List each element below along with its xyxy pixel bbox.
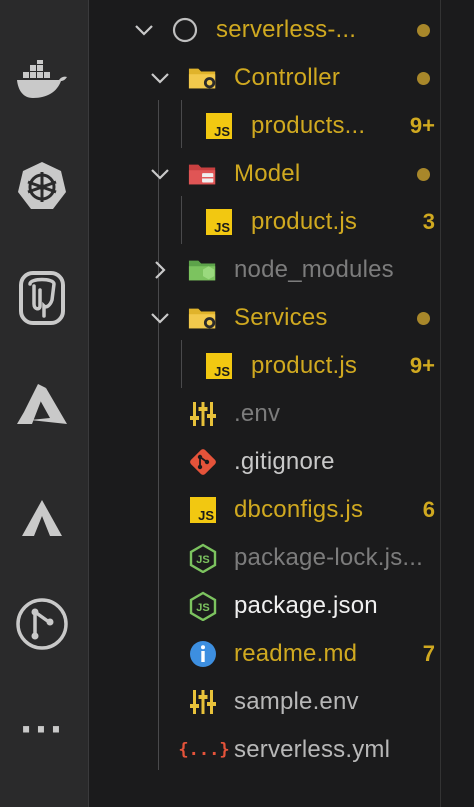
tree-item-label: serverless.yml [234, 736, 391, 763]
folder-gear-icon [188, 303, 218, 333]
svg-text:JS: JS [196, 602, 209, 614]
nodejs-icon: JS [188, 591, 218, 621]
tree-item-label: sample.env [234, 688, 359, 715]
editor-edge [440, 0, 474, 807]
tree-item-label: Model [234, 160, 301, 187]
modified-dot [417, 71, 430, 85]
tree-item-label: .env [234, 400, 281, 427]
yaml-icon: {...} [178, 740, 230, 760]
kubernetes-icon[interactable] [14, 158, 70, 214]
tree-item-label: readme.md [234, 640, 358, 667]
tree-item-controller[interactable]: Controller [89, 54, 440, 102]
settings-sliders-icon [188, 399, 218, 429]
chevron-right-icon[interactable] [149, 259, 171, 281]
tree-item-model[interactable]: Model [89, 150, 440, 198]
tree-item-label: Services [234, 304, 328, 331]
tree-item-readme-md[interactable]: readme.md 7 [89, 630, 440, 678]
tree-item-services[interactable]: Services [89, 294, 440, 342]
problem-count-badge: 6 [422, 497, 435, 522]
problem-count-badge: 3 [422, 209, 435, 234]
js-file-icon: JS [188, 495, 218, 525]
tree-item-label: dbconfigs.js [234, 496, 364, 523]
tree-item-services-product-js[interactable]: JS product.js 9+ [89, 342, 440, 390]
tree-item-label: product.js [251, 352, 358, 379]
postgresql-icon[interactable] [14, 270, 70, 326]
problem-count-badge: 9+ [409, 113, 435, 138]
azure-devops-icon[interactable] [14, 490, 70, 546]
azure-icon[interactable] [14, 376, 70, 432]
problem-count-badge: 9+ [409, 353, 435, 378]
folder-gear-icon [188, 63, 218, 93]
git-icon [188, 447, 218, 477]
js-file-icon: JS [204, 351, 234, 381]
settings-sliders-icon [188, 687, 218, 717]
tree-root-row[interactable]: serverless-... [89, 6, 440, 54]
activity-bar: ··· [0, 0, 88, 807]
tree-item-label: product.js [251, 208, 358, 235]
folder-database-icon [188, 159, 218, 189]
tree-item-node-modules[interactable]: node_modules [89, 246, 440, 294]
tree-item-label: package.json [234, 592, 378, 619]
tree-item-dbconfigs-js[interactable]: JS dbconfigs.js 6 [89, 486, 440, 534]
folder-node-icon [188, 255, 218, 285]
svg-text:JS: JS [196, 554, 209, 566]
tree-item-model-product-js[interactable]: JS product.js 3 [89, 198, 440, 246]
tree-item-package-json[interactable]: JS package.json [89, 582, 440, 630]
chevron-down-icon[interactable] [149, 67, 171, 89]
js-file-icon: JS [204, 111, 234, 141]
chevron-down-icon[interactable] [149, 307, 171, 329]
tree-item-sample-env[interactable]: sample.env [89, 678, 440, 726]
tree-item-gitignore[interactable]: .gitignore [89, 438, 440, 486]
git-graph-icon[interactable] [14, 596, 70, 652]
tree-item-env[interactable]: .env [89, 390, 440, 438]
circle-icon [170, 15, 200, 45]
tree-item-label: Controller [234, 64, 341, 91]
tree-item-label: products... [251, 112, 366, 139]
tree-item-package-lock[interactable]: JS package-lock.js... [89, 534, 440, 582]
tree-item-label: .gitignore [234, 448, 335, 475]
nodejs-icon: JS [188, 543, 218, 573]
docker-icon[interactable] [14, 52, 70, 108]
tree-item-label: node_modules [234, 256, 394, 283]
chevron-down-icon[interactable] [133, 19, 155, 41]
modified-dot [417, 311, 430, 325]
modified-dot [417, 23, 430, 37]
info-icon [188, 639, 218, 669]
tree-item-serverless-yml[interactable]: {...} serverless.yml [89, 726, 440, 774]
root-folder-label: serverless-... [216, 16, 357, 43]
more-icon[interactable]: ··· [14, 702, 70, 758]
tree-item-label: package-lock.js... [234, 544, 424, 571]
file-explorer: serverless-... Controller JS products...… [89, 0, 440, 807]
tree-item-products-file[interactable]: JS products... 9+ [89, 102, 440, 150]
js-file-icon: JS [204, 207, 234, 237]
modified-dot [417, 167, 430, 181]
more-label: ··· [19, 710, 65, 750]
chevron-down-icon[interactable] [149, 163, 171, 185]
problem-count-badge: 7 [422, 641, 435, 666]
